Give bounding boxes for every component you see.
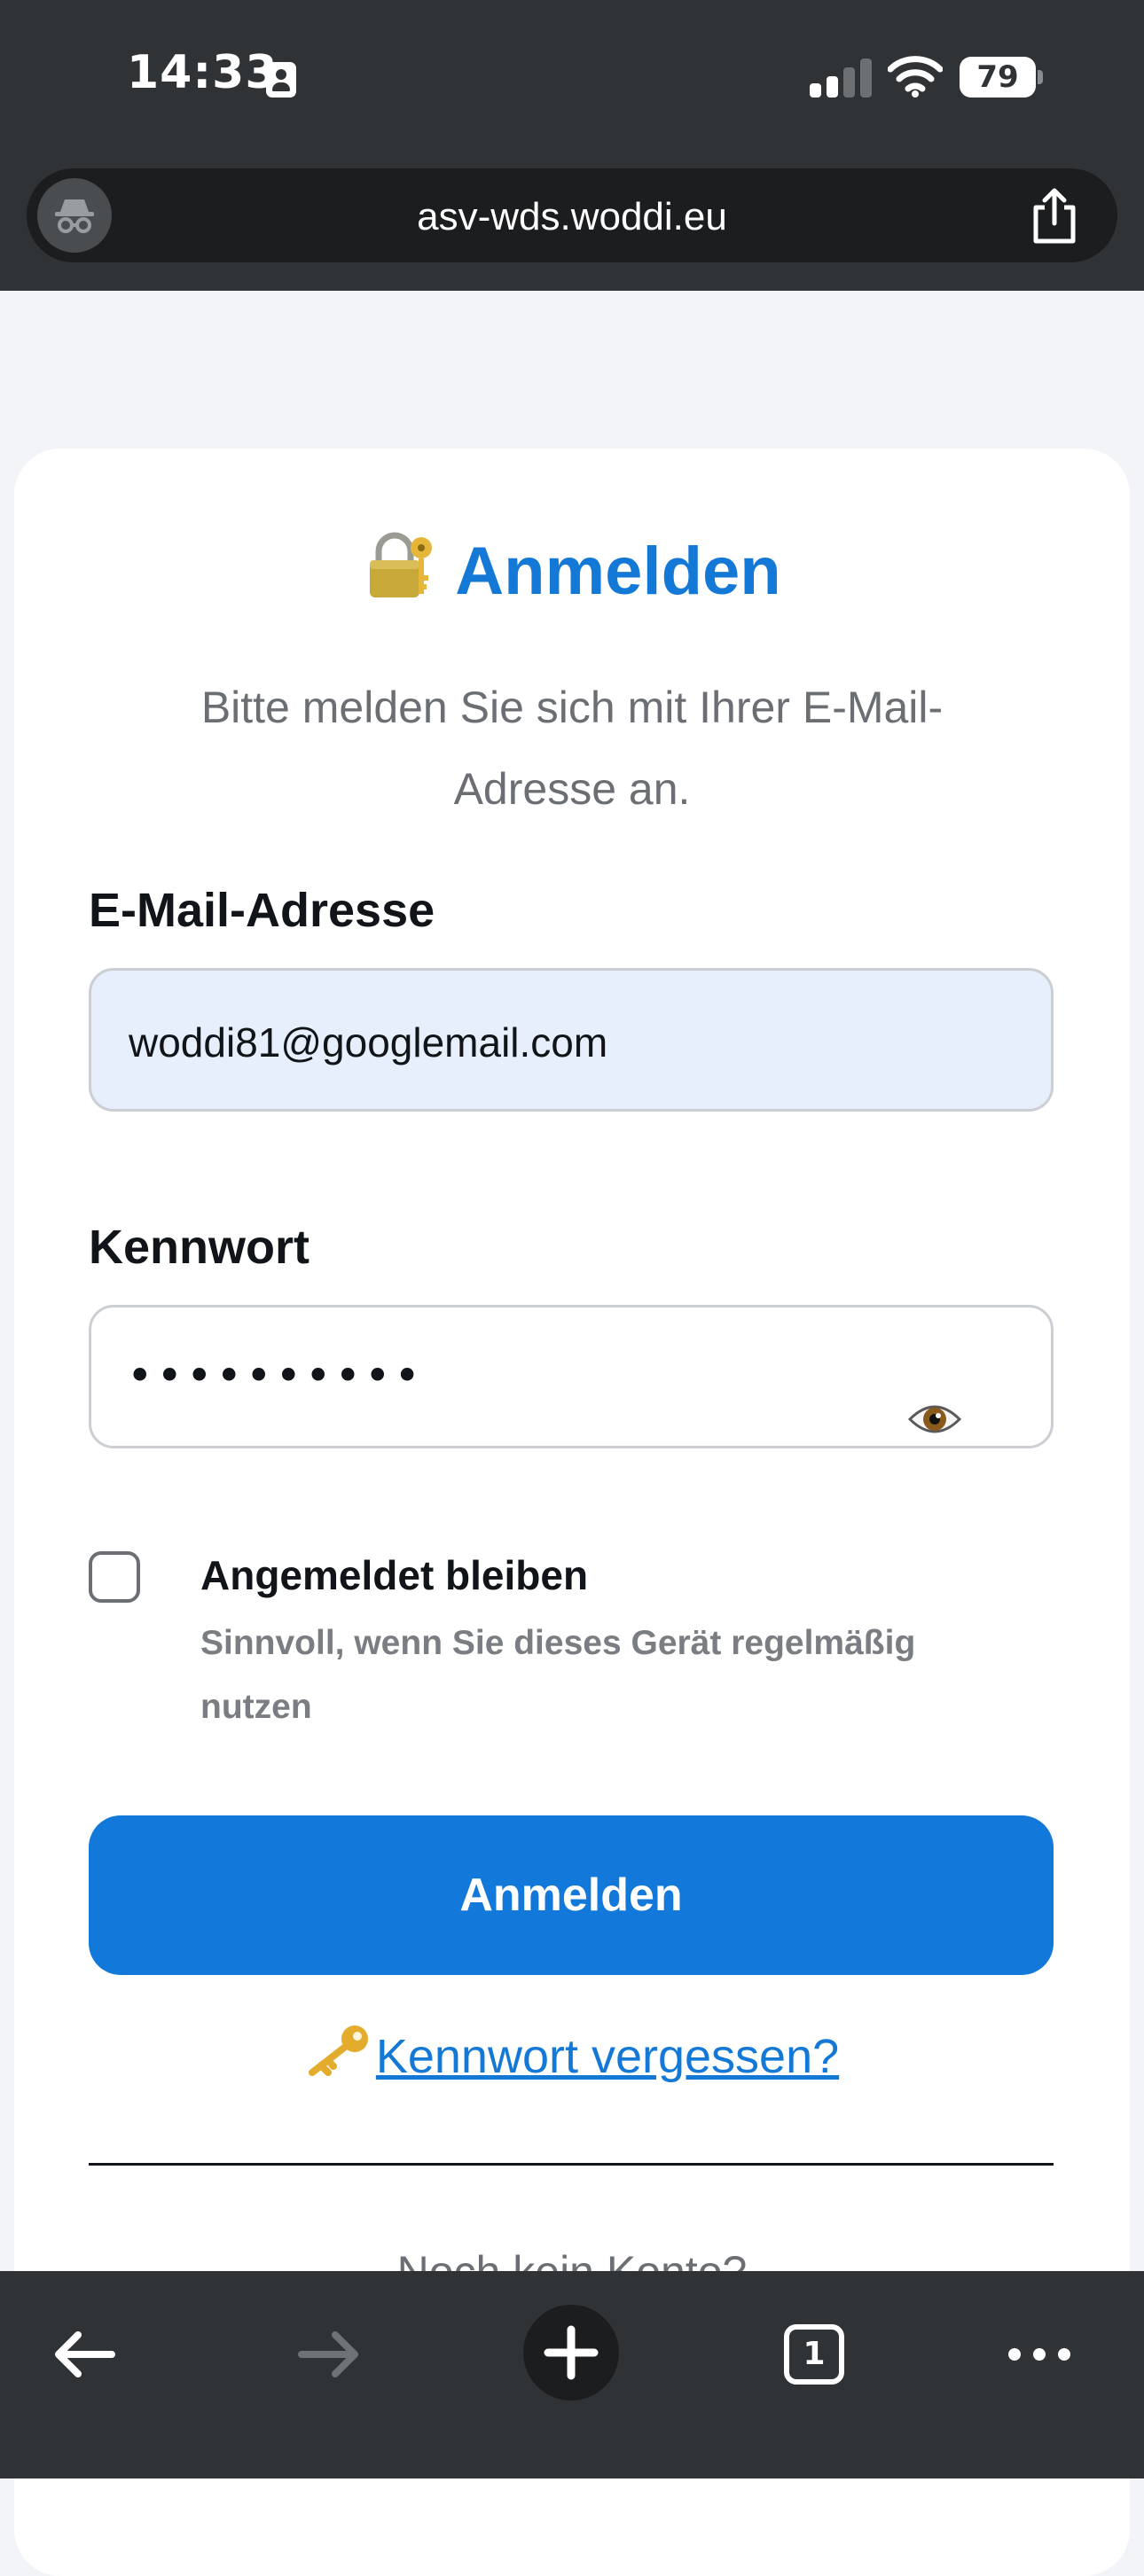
login-card: Anmelden Bitte melden Sie sich mit Ihrer…	[14, 449, 1130, 2576]
password-field[interactable]: ••••••••••	[89, 1305, 1054, 1448]
forgot-password-text[interactable]: Kennwort vergessen?	[376, 2030, 839, 2083]
divider	[89, 2163, 1054, 2166]
battery-level: 79	[976, 59, 1019, 95]
password-value[interactable]: ••••••••••	[127, 1350, 424, 1401]
remember-hint: Sinnvoll, wenn Sie dieses Gerät regelmäß…	[200, 1624, 916, 1726]
battery-icon: 79	[960, 57, 1043, 98]
title-text: Anmelden	[455, 534, 781, 609]
tabs-button[interactable]: 1	[770, 2310, 858, 2399]
lock-with-key-icon	[370, 532, 433, 597]
forward-arrow-icon[interactable]	[284, 2310, 372, 2399]
eye-icon[interactable]	[907, 1398, 962, 1440]
password-label: Kennwort	[89, 1221, 310, 1274]
login-subtitle: Bitte melden Sie sich mit Ihrer E-Mail-A…	[200, 683, 944, 814]
signal-icon	[810, 59, 872, 98]
email-label: E-Mail-Adresse	[89, 884, 435, 937]
email-field[interactable]: woddi81@googlemail.com	[89, 968, 1054, 1112]
email-value[interactable]: woddi81@googlemail.com	[129, 1019, 607, 1066]
forgot-password-link[interactable]: Kennwort vergessen?	[14, 2023, 1130, 2084]
status-time: 14:33	[127, 46, 278, 99]
browser-top-chrome: 14:33 79 asv-wds.woddi.eu	[0, 0, 1144, 291]
address-bar[interactable]: asv-wds.woddi.eu	[27, 168, 1117, 262]
remember-checkbox[interactable]	[89, 1551, 140, 1603]
more-dots-icon[interactable]	[995, 2310, 1084, 2399]
share-icon[interactable]	[1029, 186, 1080, 245]
new-tab-button[interactable]	[523, 2305, 619, 2400]
plus-icon	[544, 2325, 599, 2380]
tabs-icon[interactable]: 1	[784, 2324, 844, 2385]
remember-label[interactable]: Angemeldet bleiben	[200, 1551, 588, 1599]
url-text[interactable]: asv-wds.woddi.eu	[27, 195, 1117, 239]
contact-card-icon	[266, 62, 296, 98]
browser-bottom-toolbar: 1	[0, 2271, 1144, 2478]
key-icon	[308, 2026, 368, 2076]
wifi-icon	[888, 56, 943, 98]
login-button[interactable]: Anmelden	[89, 1815, 1054, 1975]
back-arrow-icon[interactable]	[41, 2310, 129, 2399]
login-title: Anmelden	[14, 532, 1130, 610]
